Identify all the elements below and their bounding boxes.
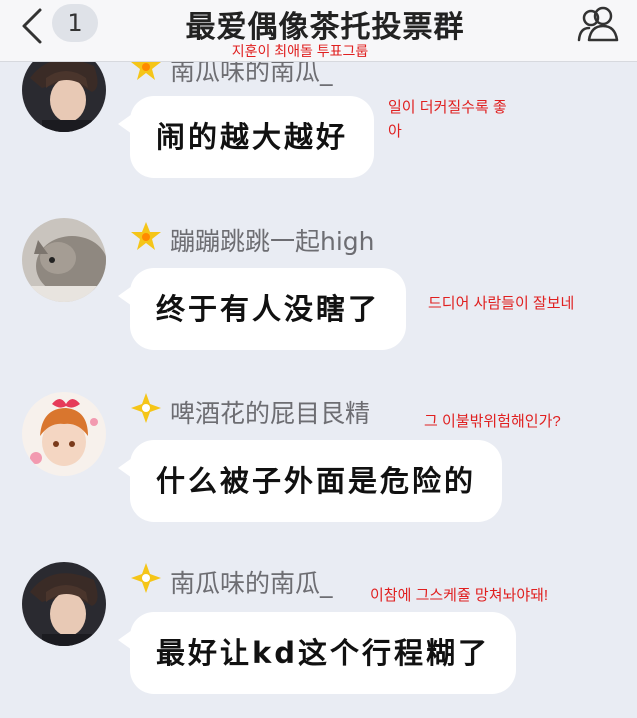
avatar[interactable] (22, 218, 106, 302)
message-bubble[interactable]: 终于有人没瞎了 (117, 268, 407, 350)
avatar-photo (22, 218, 106, 302)
unread-count-badge[interactable]: 1 (52, 4, 98, 42)
diamond-badge-icon (130, 562, 162, 594)
message-bubble[interactable]: 什么被子外面是危险的 (117, 440, 503, 522)
message-bubble[interactable]: 最好让kd这个行程糊了 (117, 612, 517, 694)
diamond-badge-icon (130, 392, 162, 424)
chat-header: 1 最爱偶像茶托投票群 지훈이 최애돌 투표그룹 (0, 0, 637, 62)
title-translation-annotation: 지훈이 최애돌 투표그룹 (231, 43, 369, 59)
annotation-line: 아 (388, 123, 402, 140)
message-bubble[interactable]: 闹的越大越好 (117, 96, 375, 178)
annotation-line: 그 이불밖위험해인가? (424, 413, 561, 430)
annotation-line: 드디어 사람들이 잘보네 (428, 295, 575, 312)
sender-name[interactable]: 南瓜味的南瓜_ (170, 564, 333, 600)
avatar[interactable] (22, 562, 106, 646)
chevron-left-icon[interactable] (14, 6, 50, 46)
translation-annotation: 이참에 그스케쥴 망쳐놔야돼! (370, 584, 548, 608)
star-badge-icon (130, 220, 162, 252)
avatar-photo (22, 392, 106, 476)
sender-name[interactable]: 蹦蹦跳跳一起high (170, 222, 375, 258)
sender-name[interactable]: 啤酒花的屁目艮精 (170, 394, 370, 430)
annotation-line: 이참에 그스케쥴 망쳐놔야돼! (370, 587, 549, 604)
chat-title: 最爱偶像茶托投票群 (185, 10, 465, 45)
translation-annotation: 드디어 사람들이 잘보네 (428, 292, 574, 316)
avatar-photo (22, 562, 106, 646)
translation-annotation: 일이 더커질수록 좋 아 (388, 96, 507, 144)
translation-annotation: 그 이불밖위험해인가? (424, 410, 561, 434)
group-members-icon[interactable] (573, 4, 623, 44)
avatar[interactable] (22, 392, 106, 476)
annotation-line: 일이 더커질수록 좋 (388, 99, 507, 116)
